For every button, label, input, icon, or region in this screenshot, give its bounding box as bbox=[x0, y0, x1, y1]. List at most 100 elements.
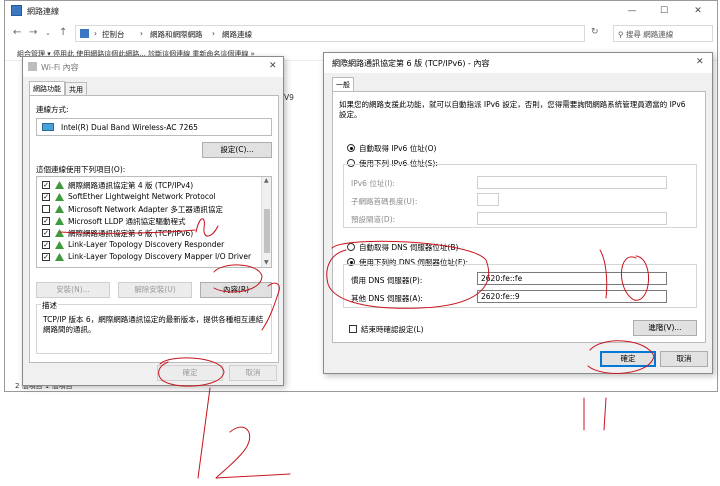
prefix-length-input[interactable] bbox=[477, 193, 499, 206]
properties-button[interactable]: 內容(R) bbox=[200, 282, 272, 298]
breadcrumb-separator: › bbox=[94, 29, 97, 38]
auto-ipv6-radio[interactable] bbox=[347, 144, 355, 152]
prefix-length-label: 子網路首碼長度(U): bbox=[351, 197, 418, 206]
auto-dns-label[interactable]: 自動取得 DNS 伺服器位址(B) bbox=[359, 242, 458, 253]
breadcrumb-separator: › bbox=[212, 29, 215, 38]
gateway-input[interactable] bbox=[477, 212, 667, 225]
ipv6-cancel-button[interactable]: 取消 bbox=[660, 351, 708, 367]
minimize-button[interactable]: — bbox=[617, 3, 647, 19]
wifi-dialog-icon bbox=[28, 62, 37, 71]
item-checkbox[interactable] bbox=[42, 205, 50, 213]
breadcrumb-separator: › bbox=[140, 29, 143, 38]
item-checkbox[interactable]: ✓ bbox=[42, 217, 50, 225]
general-panel: 如果您的網路支援此功能，就可以自動指派 IPv6 設定，否則，您得需要詢問網路系… bbox=[332, 91, 706, 343]
network-adapter-icon bbox=[42, 123, 54, 131]
up-arrow-icon[interactable]: ↑ bbox=[59, 27, 71, 38]
address-bar[interactable]: › 控制台 › 網路和網際網路 › 網路連線 bbox=[75, 25, 585, 42]
network-folder-icon bbox=[11, 5, 22, 16]
wifi-properties-dialog: Wi-Fi 內容 ✕ 網路功能 共用 連線方式: Intel(R) Dual B… bbox=[22, 56, 284, 386]
scrollbar-thumb[interactable] bbox=[264, 209, 270, 253]
items-scrollbar[interactable]: ▲ ▼ bbox=[261, 177, 271, 267]
item-label: 網際網路通訊協定第 6 版 (TCP/IPv6) bbox=[68, 229, 194, 238]
scroll-down-icon[interactable]: ▼ bbox=[264, 259, 269, 266]
search-placeholder: 搜尋 網路連線 bbox=[625, 30, 674, 39]
item-label: Link-Layer Topology Discovery Responder bbox=[68, 240, 225, 249]
ipv6-dialog-title-bar: 網際網路通訊協定第 6 版 (TCP/IPv6) - 內容 ✕ bbox=[324, 53, 712, 73]
network-component-icon bbox=[55, 217, 64, 225]
ipv6-address-label: IPv6 位址(I): bbox=[351, 179, 395, 188]
item-checkbox[interactable]: ✓ bbox=[42, 253, 50, 261]
recent-chevron-icon[interactable]: ⌄ bbox=[45, 29, 57, 37]
ipv6-properties-dialog: 網際網路通訊協定第 6 版 (TCP/IPv6) - 內容 ✕ 一般 如果您的網… bbox=[323, 52, 713, 374]
number-2-stroke bbox=[215, 426, 291, 479]
item-label: SoftEther Lightweight Network Protocol bbox=[68, 192, 216, 201]
ipv6-ok-button[interactable]: 確定 bbox=[600, 351, 656, 367]
adapter-field: Intel(R) Dual Band Wireless-AC 7265 bbox=[36, 118, 272, 136]
maximize-button[interactable]: ☐ bbox=[649, 3, 679, 19]
description-group: 描述 TCP/IP 版本 6，網際網路通訊協定的最新版本，提供各種相互連結網路間… bbox=[36, 300, 272, 354]
items-label: 這個連線使用下列項目(O): bbox=[36, 165, 126, 174]
ipv6-address-input[interactable] bbox=[477, 176, 667, 189]
preferred-dns-input[interactable]: 2620:fe::fe bbox=[477, 272, 667, 285]
item-label: Link-Layer Topology Discovery Mapper I/O… bbox=[68, 252, 252, 261]
description-text: TCP/IP 版本 6，網際網路通訊協定的最新版本，提供各種相互連結網路間的通訊… bbox=[43, 315, 264, 334]
wifi-ok-button[interactable]: 確定 bbox=[157, 365, 223, 381]
auto-ipv6-label[interactable]: 自動取得 IPv6 位址(O) bbox=[359, 143, 436, 154]
validate-label[interactable]: 結束時確認設定(L) bbox=[361, 324, 424, 335]
network-component-icon bbox=[55, 193, 64, 201]
validate-checkbox[interactable] bbox=[349, 325, 357, 333]
wifi-cancel-button[interactable]: 取消 bbox=[229, 365, 277, 381]
breadcrumb-control-panel[interactable]: 控制台 bbox=[102, 29, 125, 40]
breadcrumb-network-internet[interactable]: 網路和網際網路 bbox=[150, 29, 203, 40]
connect-using-label: 連線方式: bbox=[36, 105, 69, 114]
item-label: Microsoft LLDP 通訊協定驅動程式 bbox=[68, 217, 186, 226]
uninstall-button[interactable]: 解除安裝(U) bbox=[118, 282, 192, 298]
gateway-label: 預設閘道(D): bbox=[351, 215, 396, 224]
networking-panel: 連線方式: Intel(R) Dual Band Wireless-AC 726… bbox=[29, 95, 279, 363]
item-checkbox[interactable]: ✓ bbox=[42, 241, 50, 249]
forward-arrow-icon[interactable]: → bbox=[29, 27, 41, 38]
tab-general[interactable]: 一般 bbox=[332, 77, 354, 92]
close-icon[interactable]: ✕ bbox=[696, 57, 704, 67]
tab-sharing[interactable]: 共用 bbox=[65, 82, 87, 96]
network-component-icon bbox=[55, 241, 64, 249]
explorer-nav-bar: ← → ⌄ ↑ › 控制台 › 網路和網際網路 › 網路連線 ↻ ⚲ 搜尋 網路… bbox=[5, 23, 717, 45]
alternate-dns-input[interactable]: 2620:fe::9 bbox=[477, 290, 667, 303]
number-11-stroke bbox=[583, 397, 607, 431]
explorer-title-bar: 網路連線 — ☐ ✕ bbox=[5, 1, 717, 21]
intro-text: 如果您的網路支援此功能，就可以自動指派 IPv6 設定，否則，您得需要詢問網路系… bbox=[339, 100, 686, 119]
tab-networking[interactable]: 網路功能 bbox=[29, 81, 65, 96]
refresh-icon[interactable]: ↻ bbox=[591, 27, 599, 37]
network-component-icon bbox=[55, 229, 64, 237]
ipv6-dialog-title: 網際網路通訊協定第 6 版 (TCP/IPv6) - 內容 bbox=[332, 59, 490, 68]
wifi-dialog-title-bar: Wi-Fi 內容 ✕ bbox=[23, 57, 283, 77]
network-component-icon bbox=[55, 181, 64, 189]
item-label: 網際網路通訊協定第 4 版 (TCP/IPv4) bbox=[68, 181, 194, 190]
back-arrow-icon[interactable]: ← bbox=[13, 27, 25, 38]
control-panel-icon bbox=[80, 29, 89, 38]
network-component-icon bbox=[55, 205, 64, 213]
alternate-dns-label: 其他 DNS 伺服器(A): bbox=[351, 294, 423, 303]
item-checkbox[interactable]: ✓ bbox=[42, 181, 50, 189]
description-label: 描述 bbox=[41, 300, 58, 311]
configure-button[interactable]: 設定(C)... bbox=[202, 142, 272, 158]
item-label: Microsoft Network Adapter 多工器通訊協定 bbox=[68, 205, 223, 214]
items-list: ✓ 網際網路通訊協定第 4 版 (TCP/IPv4) ✓ SoftEther Ligh… bbox=[36, 176, 272, 268]
adapter-name: Intel(R) Dual Band Wireless-AC 7265 bbox=[61, 123, 198, 132]
preferred-dns-label: 慣用 DNS 伺服器(P): bbox=[351, 276, 423, 285]
item-checkbox[interactable]: ✓ bbox=[42, 229, 50, 237]
close-button[interactable]: ✕ bbox=[683, 3, 713, 19]
explorer-title: 網路連線 bbox=[27, 7, 59, 16]
wifi-dialog-title: Wi-Fi 內容 bbox=[41, 63, 79, 72]
auto-dns-radio[interactable] bbox=[347, 243, 355, 251]
number-1-stroke bbox=[197, 387, 211, 479]
search-input[interactable]: ⚲ 搜尋 網路連線 bbox=[613, 25, 713, 42]
scroll-up-icon[interactable]: ▲ bbox=[264, 177, 269, 184]
install-button[interactable]: 安裝(N)... bbox=[36, 282, 110, 298]
advanced-button[interactable]: 進階(V)... bbox=[633, 320, 697, 336]
close-icon[interactable]: ✕ bbox=[269, 61, 277, 71]
item-checkbox[interactable]: ✓ bbox=[42, 193, 50, 201]
network-component-icon bbox=[55, 253, 64, 261]
breadcrumb-network-connections[interactable]: 網路連線 bbox=[222, 29, 252, 40]
search-icon: ⚲ bbox=[618, 30, 626, 39]
